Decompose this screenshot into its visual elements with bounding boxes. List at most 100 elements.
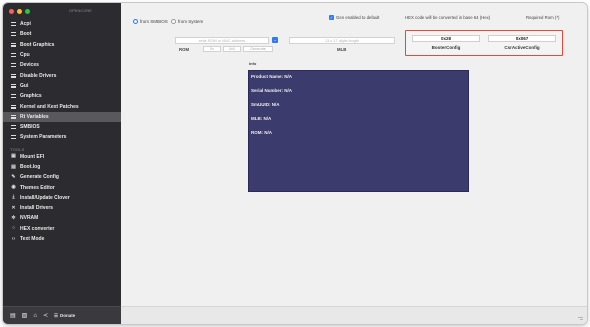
tool-item-label: Text Mode	[20, 236, 45, 243]
list-icon	[10, 73, 17, 78]
gen-enabled-default-label: Gen enabled to default	[336, 15, 380, 20]
mlb-input[interactable]: 13 o 17 digits length	[289, 37, 395, 44]
info-product-name: Product Name: N/A	[251, 74, 293, 79]
rom-small-field-2[interactable]: 0x0	[223, 46, 241, 52]
minimize-window-button[interactable]	[17, 9, 22, 14]
info-smuuid: SmUUID: N/A	[251, 102, 280, 107]
sidebar-item-kernel-kext-patches[interactable]: Kernel and Kext Patches	[3, 101, 121, 111]
tool-item-mount-efi[interactable]: ▣ Mount EFI	[3, 152, 121, 162]
sidebar-item-label: Kernel and Kext Patches	[20, 103, 79, 110]
sidebar-item-devices[interactable]: Devices	[3, 60, 121, 70]
sidebar-item-system-parameters[interactable]: System Parameters	[3, 132, 121, 142]
code-icon: ‹›	[11, 235, 16, 242]
close-window-button[interactable]	[9, 9, 14, 14]
sidebar: OPENCORE Acpi Boot Boot Graphics Cpu Dev…	[3, 3, 121, 324]
donate-icon: ☰	[54, 312, 59, 318]
required-rom-note: Required Rom (*)	[526, 15, 560, 20]
rom-input-placeholder: write ROM or MAC address	[198, 38, 246, 43]
booter-config-input[interactable]: 0x28	[412, 35, 480, 42]
hex-conversion-note: HEX code will be converted in base 64 (H…	[405, 15, 491, 20]
status-bar	[121, 306, 587, 324]
list-icon	[10, 104, 17, 109]
sidebar-item-label: Boot Graphics	[20, 41, 55, 48]
mlb-input-placeholder: 13 o 17 digits length	[325, 38, 359, 43]
sidebar-item-boot-graphics[interactable]: Boot Graphics	[3, 40, 121, 50]
tool-item-hex-converter[interactable]: ○ HEX converter	[3, 224, 121, 234]
open-file-icon[interactable]: ▤	[10, 312, 16, 319]
list-icon	[10, 42, 17, 47]
sidebar-item-acpi[interactable]: Acpi	[3, 19, 121, 29]
sidebar-item-graphics[interactable]: Graphics	[3, 91, 121, 101]
tools-section-header: TOOLS	[10, 146, 25, 152]
share-icon[interactable]: ≺	[43, 312, 48, 319]
tool-item-install-drivers[interactable]: ✕ Install Drivers	[3, 203, 121, 213]
radio-selected-indicator	[133, 19, 138, 24]
sidebar-item-disable-drivers[interactable]: Disable Drivers	[3, 70, 121, 80]
checkmark-icon: ✓	[329, 15, 334, 20]
sidebar-item-label: Cpu	[20, 52, 30, 59]
gear-icon: ✲	[11, 214, 16, 221]
sidebar-item-boot[interactable]: Boot	[3, 29, 121, 39]
tool-item-label: Install/Update Clover	[20, 194, 70, 201]
csr-active-config-input[interactable]: 0x067	[488, 35, 556, 42]
list-icon	[10, 114, 17, 119]
main-panel: from SMBIOS from System ✓ Gen enabled to…	[121, 3, 587, 324]
tool-item-boot-log[interactable]: ▤ Boot.log	[3, 162, 121, 172]
highlighted-config-group: 0x28 0x067 BooterConfig CsrActiveConfig	[405, 30, 563, 56]
tool-item-label: HEX converter	[20, 225, 55, 232]
list-icon	[10, 83, 17, 88]
tool-item-label: Generate Config	[20, 174, 59, 181]
sidebar-item-label: Devices	[20, 62, 39, 69]
app-version-label: OPENCORE	[69, 8, 92, 13]
tool-item-generate-config[interactable]: ✎ Generate Config	[3, 172, 121, 182]
app-window: OPENCORE Acpi Boot Boot Graphics Cpu Dev…	[3, 3, 587, 324]
sidebar-item-label: Acpi	[20, 21, 31, 28]
rom-input[interactable]: write ROM or MAC address	[175, 37, 269, 44]
download-icon: ⤓	[12, 194, 15, 201]
list-icon	[10, 94, 17, 99]
list-icon	[10, 63, 17, 68]
tool-item-label: Install Drivers	[20, 205, 54, 212]
tool-item-text-mode[interactable]: ‹› Text Mode	[3, 234, 121, 244]
info-panel: Product Name: N/A Serial Number: N/A SmU…	[248, 70, 469, 192]
mlb-label: MLB	[337, 47, 347, 52]
zoom-window-button[interactable]	[25, 9, 30, 14]
sidebar-list: Acpi Boot Boot Graphics Cpu Devices Disa…	[3, 19, 121, 244]
sidebar-item-smbios[interactable]: SMBIOS	[3, 122, 121, 132]
sidebar-item-label: Graphics	[20, 93, 42, 100]
home-icon[interactable]: ⌂	[33, 313, 37, 319]
tool-item-label: NVRAM	[20, 215, 39, 222]
radio-from-smbios[interactable]: from SMBIOS	[133, 19, 168, 24]
resize-grip-icon[interactable]	[577, 315, 583, 321]
radio-unselected-indicator	[171, 19, 176, 24]
radio-from-system-label: from System	[178, 19, 204, 24]
sidebar-item-label: Boot	[20, 31, 32, 38]
tool-item-install-update-clover[interactable]: ⤓ Install/Update Clover	[3, 193, 121, 203]
gen-enabled-default-checkbox[interactable]: ✓ Gen enabled to default	[329, 15, 379, 20]
sidebar-item-label: SMBIOS	[20, 124, 40, 131]
sidebar-item-cpu[interactable]: Cpu	[3, 50, 121, 60]
disk-icon: ▣	[11, 153, 16, 160]
info-mlb: MLB: N/A	[251, 116, 272, 121]
save-icon[interactable]: ▧	[22, 312, 28, 319]
list-icon	[10, 22, 17, 27]
tool-item-label: Mount EFI	[20, 153, 45, 160]
sidebar-item-gui[interactable]: Gui	[3, 81, 121, 91]
radio-from-system[interactable]: from System	[171, 19, 203, 24]
sidebar-item-rt-variables[interactable]: Rt Variables	[3, 111, 121, 122]
list-icon	[10, 32, 17, 37]
rom-small-field-1[interactable]: 0x	[203, 46, 221, 52]
tool-item-themes-editor[interactable]: ◉ Themes Editor	[3, 182, 121, 192]
donate-button[interactable]: ☰ Donate	[54, 313, 75, 319]
donate-label: Donate	[60, 313, 76, 318]
generate-button[interactable]: Generate	[243, 46, 273, 52]
tool-item-nvram[interactable]: ✲ NVRAM	[3, 213, 121, 223]
tools-icon: ✕	[11, 204, 16, 211]
info-section-label: Info	[249, 61, 257, 66]
doc-icon: ▤	[11, 163, 16, 170]
sidebar-item-label: System Parameters	[20, 134, 67, 141]
booter-config-label: BooterConfig	[431, 45, 461, 50]
sidebar-item-label: Rt Variables	[20, 113, 49, 120]
info-serial-number: Serial Number: N/A	[251, 88, 293, 93]
rom-popup-button[interactable]: ⌄	[272, 37, 278, 43]
